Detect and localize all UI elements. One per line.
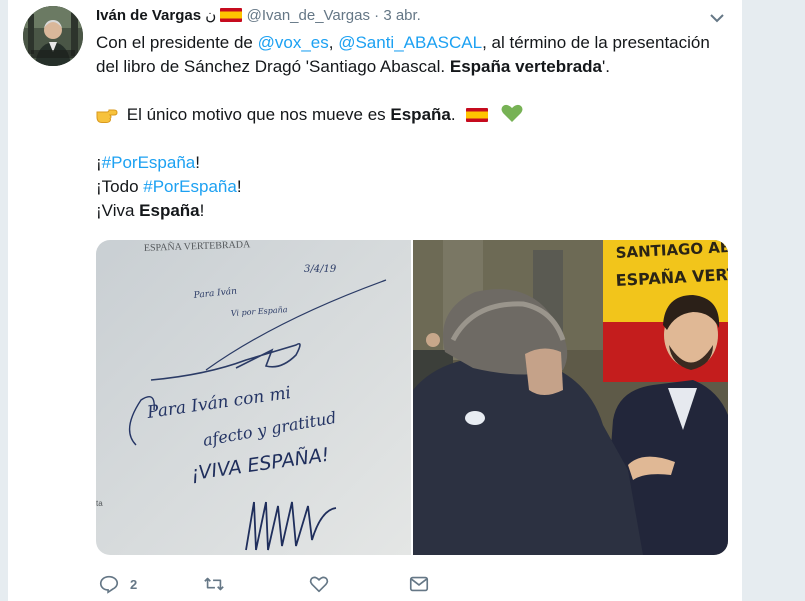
avatar[interactable] <box>23 6 83 66</box>
text-line-2: del libro de Sánchez Dragó 'Santiago Aba… <box>96 55 726 79</box>
pointing-hand-icon <box>96 109 118 123</box>
like-button[interactable] <box>308 570 340 598</box>
text-line-5: ¡Todo #PorEspaña! <box>96 175 726 199</box>
tweet-media[interactable]: ESPAÑA VERTEBRADA 3/4/19 Para Iván Vi po… <box>96 240 728 555</box>
tweet-text: Con el presidente de @vox_es, @Santi_ABA… <box>96 31 726 223</box>
book-margin-text: ta <box>96 499 103 508</box>
text-fragment: El único motivo que nos mueve es <box>126 105 391 124</box>
signed-book-photo[interactable]: ESPAÑA VERTEBRADA 3/4/19 Para Iván Vi po… <box>96 240 411 555</box>
handwritten-date: 3/4/19 <box>304 264 337 275</box>
retweet-button[interactable] <box>203 570 235 598</box>
text-line-4: ¡#PorEspaña! <box>96 151 726 175</box>
text-line-1: Con el presidente de @vox_es, @Santi_ABA… <box>96 31 726 55</box>
tweet-actions: 2 <box>98 570 738 598</box>
tweet-card[interactable]: Iván de Vargas ن @Ivan_de_Vargas · 3 abr… <box>8 0 742 601</box>
text-line-3: El único motivo que nos mueve es España. <box>96 103 726 127</box>
green-heart-icon <box>501 104 523 122</box>
author-name[interactable]: Iván de Vargas <box>96 7 201 24</box>
text-fragment: . <box>450 105 456 124</box>
bold-text: España <box>139 201 200 220</box>
hashtag-porespana[interactable]: #PorEspaña <box>143 177 237 196</box>
book-signing-photo[interactable]: SANTIAGO AB ESPAÑA VERTE <box>413 240 728 555</box>
text-fragment: ! <box>236 177 242 196</box>
author-name-suffix: ن <box>205 7 217 24</box>
envelope-icon <box>409 576 429 592</box>
reply-button[interactable]: 2 <box>98 570 137 598</box>
chevron-down-icon[interactable] <box>709 10 725 26</box>
text-fragment: ! <box>195 153 200 172</box>
text-fragment: Con el presidente de <box>96 33 258 52</box>
reply-icon <box>99 575 119 594</box>
mention-santi-abascal[interactable]: @Santi_ABASCAL <box>338 33 482 52</box>
reply-count: 2 <box>130 576 138 592</box>
text-fragment: ¡Viva <box>96 201 140 220</box>
jacket-logo <box>465 411 485 425</box>
direct-message-button[interactable] <box>408 570 430 598</box>
text-fragment: ! <box>199 201 205 220</box>
mention-vox[interactable]: @vox_es <box>258 33 329 52</box>
hashtag-porespana[interactable]: #PorEspaña <box>102 153 196 172</box>
text-fragment: '. <box>602 57 610 76</box>
text-fragment: , al término de la presentación <box>482 33 710 52</box>
text-fragment: ¡Todo <box>96 177 144 196</box>
heart-icon <box>309 576 329 593</box>
bold-text: España <box>390 105 451 124</box>
retweet-icon <box>204 577 224 591</box>
text-fragment: del libro de Sánchez Dragó 'Santiago Aba… <box>96 57 450 76</box>
avatar-image <box>23 6 83 66</box>
tweet-header: Iván de Vargas ن @Ivan_de_Vargas · 3 abr… <box>96 6 421 26</box>
text-line-6: ¡Viva España! <box>96 199 726 223</box>
tweet-date[interactable]: 3 abr. <box>383 7 421 24</box>
text-fragment: , <box>328 33 339 52</box>
spain-flag-icon <box>466 108 489 122</box>
author-handle[interactable]: @Ivan_de_Vargas <box>247 7 370 24</box>
bold-text: España vertebrada <box>449 57 603 76</box>
spain-flag-icon <box>220 8 243 22</box>
header-separator: · <box>374 7 380 24</box>
